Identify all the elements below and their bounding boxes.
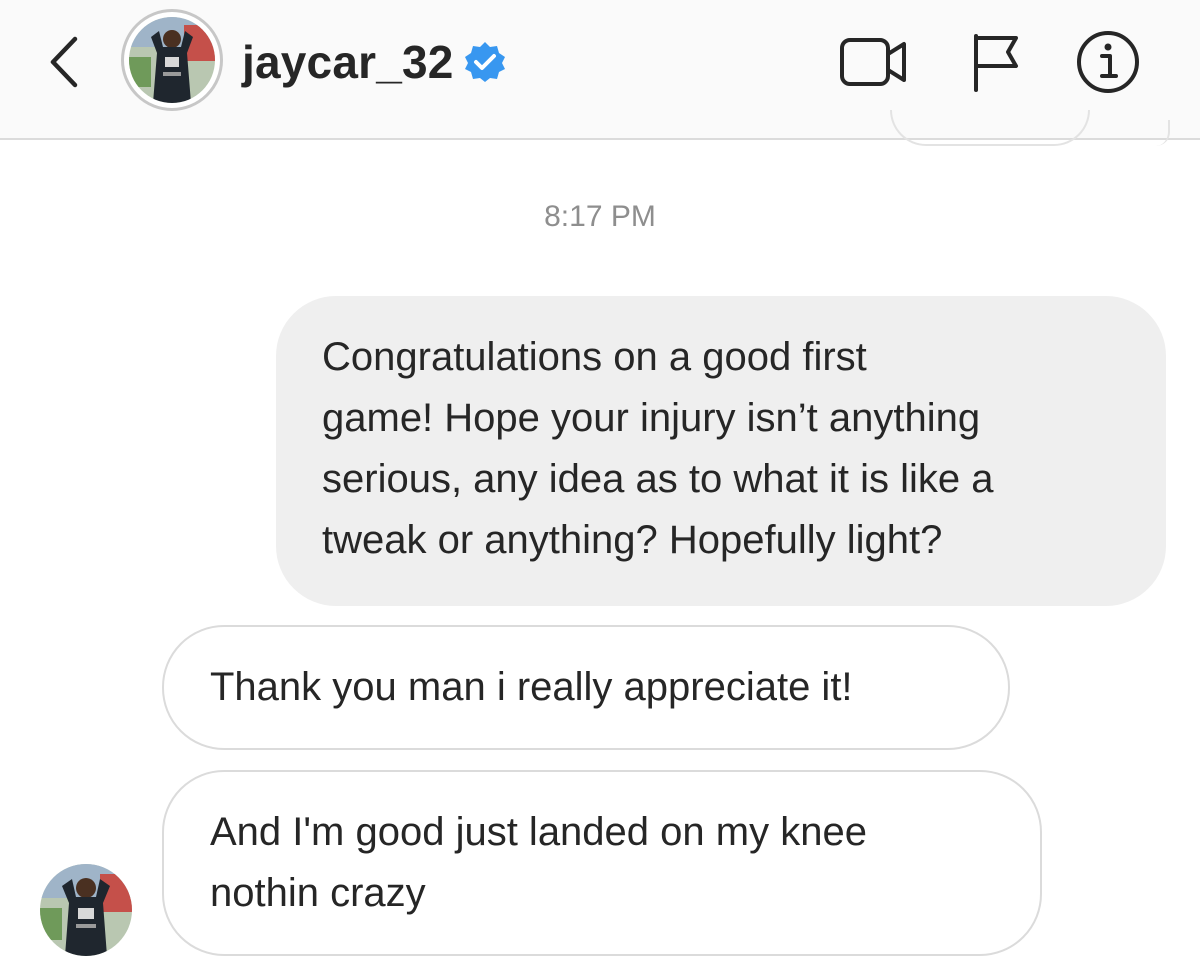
previous-message-edge bbox=[890, 110, 1090, 146]
video-call-button[interactable] bbox=[838, 30, 910, 94]
header-avatar[interactable] bbox=[121, 9, 223, 111]
message-text-line: serious, any idea as to what it is like … bbox=[322, 457, 994, 501]
profile-photo bbox=[129, 17, 215, 103]
back-button[interactable] bbox=[40, 30, 88, 94]
report-button[interactable] bbox=[958, 30, 1030, 94]
message-text-line: Thank you man i really appreciate it! bbox=[210, 665, 853, 709]
username: jaycar_32 bbox=[242, 36, 454, 88]
verified-badge-icon bbox=[464, 42, 505, 82]
sent-message-bubble[interactable]: Congratulations on a good first game! Ho… bbox=[276, 296, 1166, 606]
message-timestamp: 8:17 PM bbox=[544, 200, 656, 233]
chevron-left-icon bbox=[50, 36, 78, 88]
message-text-line: And I'm good just landed on my knee bbox=[210, 810, 867, 854]
previous-message-edge bbox=[1152, 120, 1170, 146]
message-text-line: nothin crazy bbox=[210, 871, 426, 915]
sender-avatar[interactable] bbox=[40, 864, 132, 956]
message-text-line: game! Hope your injury isn’t anything bbox=[322, 396, 981, 440]
received-message-bubble[interactable]: And I'm good just landed on my knee noth… bbox=[162, 770, 1042, 956]
details-button[interactable] bbox=[1072, 30, 1144, 94]
received-message-bubble[interactable]: Thank you man i really appreciate it! bbox=[162, 625, 1010, 750]
direct-message-screen: jaycar_32 8:17 PM Congratulations on a g… bbox=[0, 0, 1200, 963]
message-text-line: tweak or anything? Hopefully light? bbox=[322, 518, 943, 562]
message-text-line: Congratulations on a good first bbox=[322, 335, 867, 379]
flag-icon bbox=[974, 34, 1018, 92]
username-title[interactable]: jaycar_32 bbox=[242, 30, 506, 94]
info-icon bbox=[1077, 31, 1139, 93]
video-camera-icon bbox=[840, 38, 906, 86]
